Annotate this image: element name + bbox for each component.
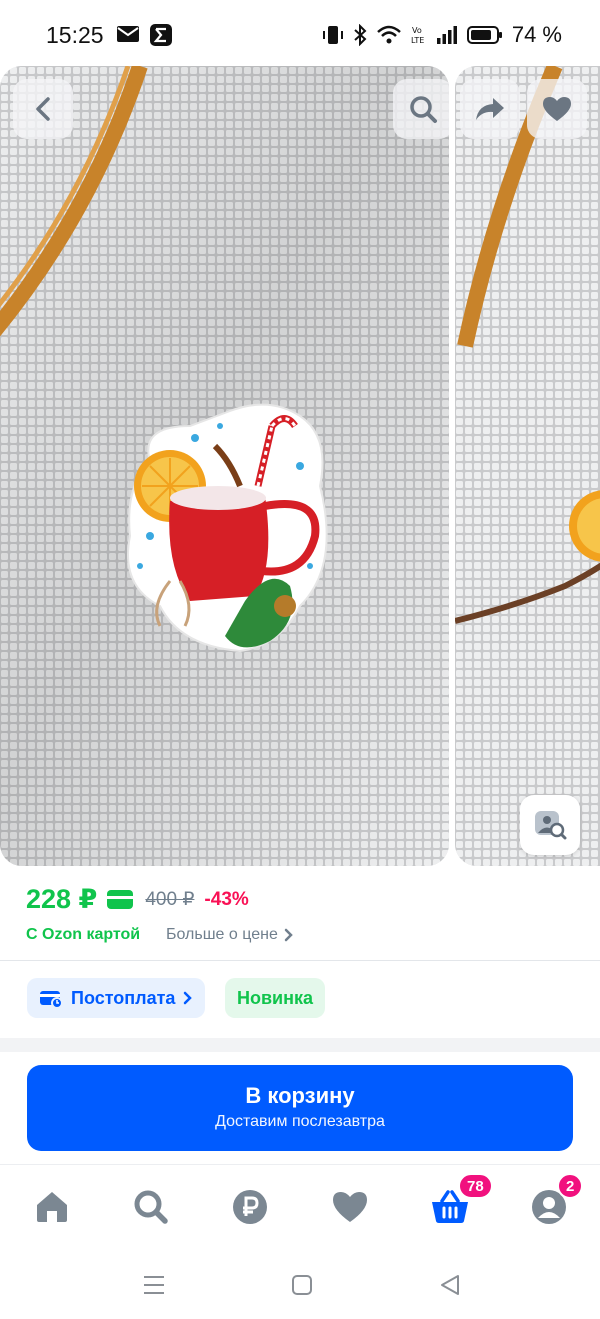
search-button[interactable]	[393, 79, 449, 139]
system-navigation	[0, 1250, 600, 1319]
status-bar: 15:25 Vo LTE 74 %	[0, 0, 600, 70]
status-time: 15:25	[46, 22, 104, 48]
cart-title: В корзину	[245, 1083, 355, 1108]
nav-search[interactable]	[131, 1187, 171, 1227]
ozon-card-label: С Ozon картой	[26, 926, 141, 943]
sigma-app-icon	[150, 24, 172, 46]
price-row: 228 ₽ 400 ₽ -43%	[26, 884, 249, 915]
triangle-back-icon	[441, 1275, 459, 1295]
more-price-link[interactable]: Больше о цене	[166, 926, 294, 944]
price-card: 228 ₽ 400 ₽ -43% С Ozon картой Больше о …	[0, 866, 600, 1038]
share-button[interactable]	[460, 79, 520, 139]
divider	[0, 960, 600, 961]
heart-icon	[543, 97, 571, 121]
current-price: 228 ₽	[26, 884, 98, 914]
wifi-icon	[377, 25, 401, 44]
volte-icon: VoLTE	[411, 26, 424, 45]
discount-badge: -43%	[204, 888, 249, 910]
bottom-navigation: 78 2	[0, 1164, 600, 1250]
chevron-right-icon	[284, 928, 293, 942]
chevron-right-icon	[184, 991, 193, 1005]
menu-icon	[144, 1276, 164, 1294]
nav-favorites[interactable]	[330, 1187, 370, 1227]
image-search-button[interactable]	[520, 795, 580, 855]
mail-icon	[117, 26, 139, 42]
system-icons: Vo LTE 74 %	[322, 22, 562, 48]
more-price-label: Больше о цене	[166, 926, 278, 943]
nav-profile[interactable]: 2	[529, 1173, 584, 1227]
postpay-icon	[40, 991, 63, 1008]
postpay-label: Постоплата	[71, 987, 176, 1008]
nav-home[interactable]	[32, 1187, 72, 1227]
home-button[interactable]	[287, 1270, 317, 1300]
favorite-button[interactable]	[527, 79, 587, 139]
section-gap	[0, 1038, 600, 1052]
home-icon	[37, 1192, 67, 1222]
product-photo[interactable]	[0, 66, 449, 866]
product-page: 15:25 Vo LTE 74 % 228 ₽ 400 ₽ -43% С Ozo…	[0, 0, 600, 1319]
back-button-system[interactable]	[435, 1270, 465, 1300]
signal-icon	[436, 26, 457, 44]
delivery-subtitle: Доставим послезавтра	[215, 1113, 385, 1130]
bluetooth-icon	[354, 24, 367, 46]
nav-finance[interactable]	[230, 1187, 270, 1227]
ozon-card-icon	[107, 890, 134, 909]
ruble-icon	[233, 1190, 267, 1224]
svg-text:LTE: LTE	[411, 36, 424, 45]
heart-icon	[333, 1192, 367, 1222]
back-button[interactable]	[13, 79, 73, 139]
share-icon	[476, 98, 504, 120]
new-badge: Новинка	[225, 978, 326, 1018]
battery-icon	[466, 26, 502, 44]
profile-badge: 2	[557, 1173, 584, 1199]
search-icon	[410, 96, 437, 123]
square-icon	[292, 1275, 312, 1295]
notification-icons	[116, 24, 172, 46]
search-icon	[134, 1190, 168, 1224]
vibrate-icon	[322, 26, 343, 44]
image-search-icon	[535, 811, 567, 840]
battery-percent: 74 %	[511, 22, 562, 47]
product-gallery[interactable]	[0, 66, 600, 866]
cart-count-badge: 78	[458, 1173, 493, 1199]
recents-button[interactable]	[139, 1270, 169, 1300]
postpay-chip[interactable]: Постоплата	[27, 978, 206, 1018]
nav-cart[interactable]: 78	[430, 1173, 493, 1227]
new-label: Новинка	[237, 987, 314, 1008]
back-icon	[36, 97, 50, 121]
old-price: 400 ₽	[145, 889, 195, 910]
svg-text:Vo: Vo	[412, 26, 422, 35]
next-product-photo[interactable]	[455, 66, 600, 866]
add-to-cart-button[interactable]: В корзину Доставим послезавтра	[27, 1065, 573, 1151]
